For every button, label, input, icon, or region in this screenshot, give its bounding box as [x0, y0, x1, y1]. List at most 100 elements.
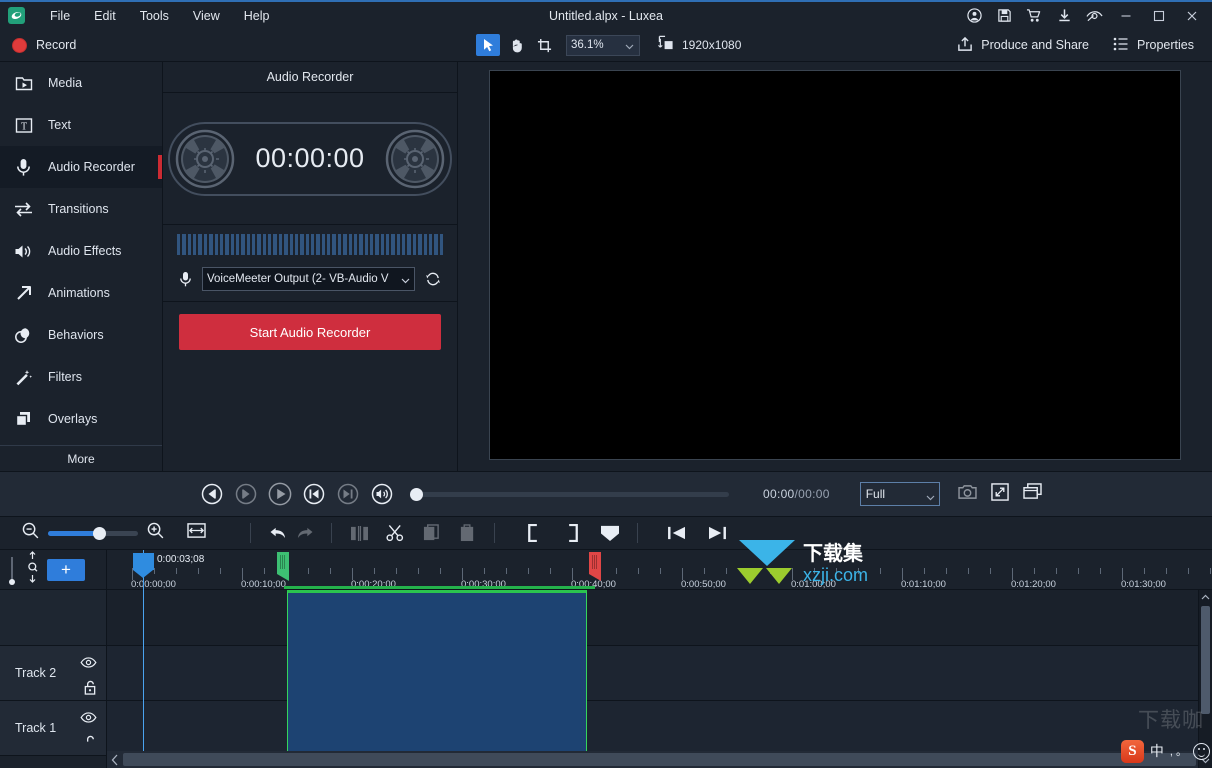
- unlock-icon[interactable]: [83, 735, 97, 750]
- playhead[interactable]: 0:00:03;08: [133, 550, 204, 768]
- skip-start-icon[interactable]: [302, 482, 326, 506]
- toolbar-right-actions: Produce and Share Properties: [953, 33, 1212, 58]
- sogou-logo-icon[interactable]: S: [1120, 739, 1144, 763]
- play-icon[interactable]: [268, 482, 292, 506]
- transport-controls: [200, 482, 394, 506]
- preview-quality-select[interactable]: Full: [859, 482, 940, 506]
- audio-device-select[interactable]: VoiceMeeter Output (2- VB-Audio V: [202, 267, 415, 291]
- close-icon[interactable]: [1175, 3, 1208, 29]
- scissors-icon[interactable]: [382, 521, 408, 545]
- save-icon[interactable]: [989, 3, 1019, 29]
- menu-tools[interactable]: Tools: [129, 6, 180, 26]
- media-folder-icon: [13, 75, 34, 92]
- sidebar-item-overlays[interactable]: Overlays: [0, 398, 162, 440]
- minimize-icon[interactable]: [1109, 3, 1142, 29]
- track-row-track-1[interactable]: [107, 701, 1212, 756]
- skip-end-icon[interactable]: [336, 482, 360, 506]
- go-to-start-icon[interactable]: [664, 521, 690, 545]
- track-height-slider[interactable]: [8, 555, 22, 585]
- refresh-icon[interactable]: [423, 271, 443, 287]
- maximize-icon[interactable]: [1142, 3, 1175, 29]
- zoom-in-icon[interactable]: [147, 522, 164, 544]
- chevron-down-icon: [401, 275, 410, 287]
- menu-help[interactable]: Help: [233, 6, 281, 26]
- mark-in-handle[interactable]: [277, 552, 289, 581]
- smiley-icon[interactable]: [1193, 742, 1210, 760]
- zoom-out-icon[interactable]: [22, 522, 39, 544]
- unlock-icon[interactable]: [83, 680, 97, 695]
- ruler-tick-minor: [836, 568, 837, 574]
- timeline-horizontal-scrollbar[interactable]: [107, 751, 1198, 768]
- ime-punctuation[interactable]: , 。: [1170, 743, 1187, 759]
- mark-out-handle[interactable]: [589, 552, 601, 581]
- eye-brush-icon[interactable]: [1079, 3, 1109, 29]
- track-row-track-2[interactable]: [107, 646, 1212, 701]
- vertical-scroll-thumb[interactable]: [1201, 606, 1210, 714]
- sidebar-more-button[interactable]: More: [0, 445, 162, 471]
- ruler-tick-minor: [660, 568, 661, 574]
- timeline-ruler[interactable]: 0:00:00;00 0:00:10;00 0:00:20;00 0:00:30;00…: [107, 550, 1212, 590]
- paste-icon[interactable]: [454, 521, 480, 545]
- playback-scrubber[interactable]: [410, 487, 729, 501]
- fit-timeline-icon[interactable]: [187, 522, 206, 544]
- track-row-spacer[interactable]: [107, 590, 1212, 646]
- mark-in-icon[interactable]: [521, 521, 547, 545]
- tracks-area[interactable]: [107, 590, 1212, 768]
- eye-icon[interactable]: [80, 657, 97, 668]
- scrubber-handle[interactable]: [410, 487, 423, 501]
- sidebar-item-animations[interactable]: Animations: [0, 272, 162, 314]
- account-icon[interactable]: [959, 3, 989, 29]
- expand-icon[interactable]: [990, 482, 1009, 506]
- resolution-group[interactable]: 1920x1080: [658, 35, 741, 56]
- download-icon[interactable]: [1049, 3, 1079, 29]
- vertical-zoom-icon[interactable]: [26, 551, 39, 588]
- add-track-button[interactable]: +: [47, 558, 85, 581]
- marker-icon[interactable]: [597, 521, 623, 545]
- sidebar-item-media[interactable]: Media: [0, 62, 162, 104]
- cursor-arrow-icon[interactable]: [476, 34, 500, 56]
- zoom-level-select[interactable]: 36.1%: [566, 34, 640, 56]
- camera-icon[interactable]: [958, 484, 977, 505]
- menu-view[interactable]: View: [182, 6, 231, 26]
- properties-button[interactable]: Properties: [1109, 34, 1198, 57]
- sidebar-item-text[interactable]: T Text: [0, 104, 162, 146]
- produce-and-share-button[interactable]: Produce and Share: [953, 33, 1093, 58]
- timeline-canvas[interactable]: 0:00:00;00 0:00:10;00 0:00:20;00 0:00:30;00…: [107, 550, 1212, 768]
- menu-file[interactable]: File: [39, 6, 81, 26]
- scroll-left-icon[interactable]: [107, 754, 123, 766]
- detach-window-icon[interactable]: [1022, 483, 1042, 505]
- undo-icon[interactable]: [265, 521, 291, 545]
- volume-icon[interactable]: [370, 482, 394, 506]
- playhead-handle[interactable]: [133, 553, 154, 578]
- horizontal-scroll-thumb[interactable]: [123, 753, 1196, 766]
- record-button[interactable]: Record: [0, 37, 163, 53]
- start-audio-recorder-button[interactable]: Start Audio Recorder: [179, 314, 441, 350]
- copy-icon[interactable]: [418, 521, 444, 545]
- preview-area: [458, 62, 1212, 471]
- sidebar-item-transitions[interactable]: Transitions: [0, 188, 162, 230]
- scroll-up-icon[interactable]: [1199, 590, 1212, 604]
- sidebar-item-label: Overlays: [48, 412, 98, 426]
- timeline-clip[interactable]: [287, 590, 587, 756]
- redo-icon[interactable]: [291, 521, 317, 545]
- frame-forward-icon[interactable]: [234, 482, 258, 506]
- video-preview[interactable]: [489, 70, 1181, 460]
- sidebar-item-filters[interactable]: Filters: [0, 356, 162, 398]
- sidebar-item-audio-recorder[interactable]: Audio Recorder: [0, 146, 162, 188]
- split-icon[interactable]: [346, 521, 372, 545]
- ime-mode[interactable]: 中: [1150, 741, 1164, 761]
- crop-icon[interactable]: [532, 34, 556, 56]
- track-header-track-2[interactable]: Track 2: [0, 646, 106, 701]
- timeline-zoom-slider[interactable]: [48, 526, 138, 540]
- menu-edit[interactable]: Edit: [83, 6, 127, 26]
- mark-out-icon[interactable]: [559, 521, 585, 545]
- zoom-slider-handle[interactable]: [93, 526, 106, 540]
- sidebar-item-audio-effects[interactable]: Audio Effects: [0, 230, 162, 272]
- cart-icon[interactable]: [1019, 3, 1049, 29]
- track-header-track-1[interactable]: Track 1: [0, 701, 106, 756]
- eye-icon[interactable]: [80, 712, 97, 723]
- go-to-end-icon[interactable]: [704, 521, 730, 545]
- hand-icon[interactable]: [504, 34, 528, 56]
- frame-back-icon[interactable]: [200, 482, 224, 506]
- sidebar-item-behaviors[interactable]: Behaviors: [0, 314, 162, 356]
